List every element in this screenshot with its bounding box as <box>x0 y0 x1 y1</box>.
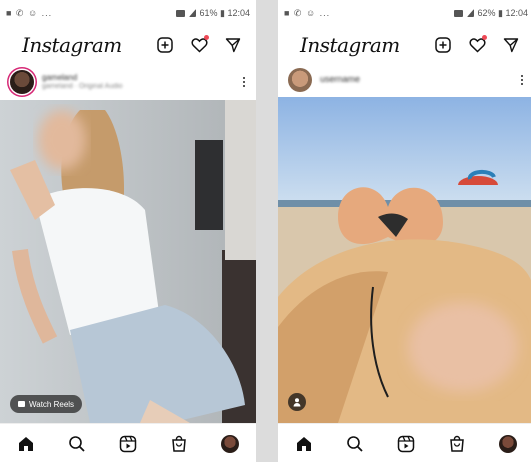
status-left-icons: ■ ✆ ☺ ... <box>284 7 331 18</box>
battery-time: 62% ▮ 12:04 <box>477 7 529 18</box>
avatar[interactable] <box>288 67 312 92</box>
post-username[interactable]: username <box>320 74 520 85</box>
nav-search[interactable] <box>345 434 365 454</box>
shop-bag-icon <box>172 435 186 452</box>
post-photo <box>278 97 531 423</box>
status-bar: ■ ✆ ☺ ... 61% ▮ 12:04 <box>0 0 256 26</box>
reels-icon <box>397 435 415 452</box>
search-icon <box>346 435 363 452</box>
battery-time: 61% ▮ 12:04 <box>199 7 251 18</box>
app-header: Instagram <box>278 26 531 64</box>
notification-dot <box>204 35 209 40</box>
activity-button[interactable] <box>468 35 487 54</box>
post-header: username <box>278 62 531 97</box>
more-options-button[interactable] <box>520 74 524 85</box>
nav-shop[interactable] <box>169 434 189 454</box>
reels-icon <box>119 435 137 452</box>
signal-icon <box>188 9 196 17</box>
paper-plane-icon <box>225 38 241 53</box>
nav-reels[interactable] <box>396 434 416 454</box>
post-photo <box>0 100 256 423</box>
home-icon <box>296 436 311 451</box>
avatar[interactable] <box>10 70 34 94</box>
nfc-icon <box>453 9 463 17</box>
plus-square-icon <box>435 37 451 53</box>
nfc-icon <box>175 9 185 17</box>
watch-reels-badge[interactable]: Watch Reels <box>10 395 83 413</box>
status-bar: ■ ✆ ☺ ... 62% ▮ 12:04 <box>278 0 531 26</box>
watch-reels-label: Watch Reels <box>29 399 75 409</box>
home-icon <box>18 436 33 451</box>
post-media[interactable]: Watch Reels <box>0 100 256 423</box>
instagram-logo[interactable]: Instagram <box>300 33 434 57</box>
direct-messages-button[interactable] <box>224 36 242 54</box>
activity-button[interactable] <box>190 35 209 54</box>
direct-messages-button[interactable] <box>502 36 520 54</box>
signal-icon <box>466 9 474 17</box>
post-audio[interactable]: gameland · Original Audio <box>42 83 242 91</box>
status-left-icons: ■ ✆ ☺ ... <box>6 7 53 18</box>
shop-bag-icon <box>450 435 464 452</box>
more-options-button[interactable] <box>242 77 246 87</box>
profile-avatar-icon <box>221 434 240 453</box>
profile-avatar-icon <box>499 434 518 453</box>
person-icon <box>293 398 301 407</box>
nav-home[interactable] <box>16 434 36 454</box>
instagram-logo[interactable]: Instagram <box>22 33 156 57</box>
phone-screen-left: ■ ✆ ☺ ... 61% ▮ 12:04 Instagram gameland… <box>0 0 256 462</box>
nav-profile[interactable] <box>220 434 240 454</box>
nav-home[interactable] <box>294 434 314 454</box>
new-post-button[interactable] <box>434 36 452 54</box>
nav-search[interactable] <box>67 434 87 454</box>
nav-profile[interactable] <box>498 434 518 454</box>
nav-shop[interactable] <box>447 434 467 454</box>
paper-plane-icon <box>503 38 519 53</box>
app-header: Instagram <box>0 26 256 64</box>
new-post-button[interactable] <box>156 36 174 54</box>
nav-reels[interactable] <box>118 434 138 454</box>
notification-dot <box>482 35 487 40</box>
reels-icon <box>18 401 25 407</box>
bottom-nav <box>278 423 531 462</box>
tagged-people-button[interactable] <box>288 393 306 411</box>
search-icon <box>68 435 85 452</box>
bottom-nav <box>0 423 256 462</box>
post-header: gameland gameland · Original Audio <box>0 64 256 100</box>
post-username[interactable]: gameland <box>42 73 242 83</box>
plus-square-icon <box>157 37 173 53</box>
post-media[interactable] <box>278 97 531 423</box>
phone-screen-right: ■ ✆ ☺ ... 62% ▮ 12:04 Instagram username <box>278 0 531 462</box>
